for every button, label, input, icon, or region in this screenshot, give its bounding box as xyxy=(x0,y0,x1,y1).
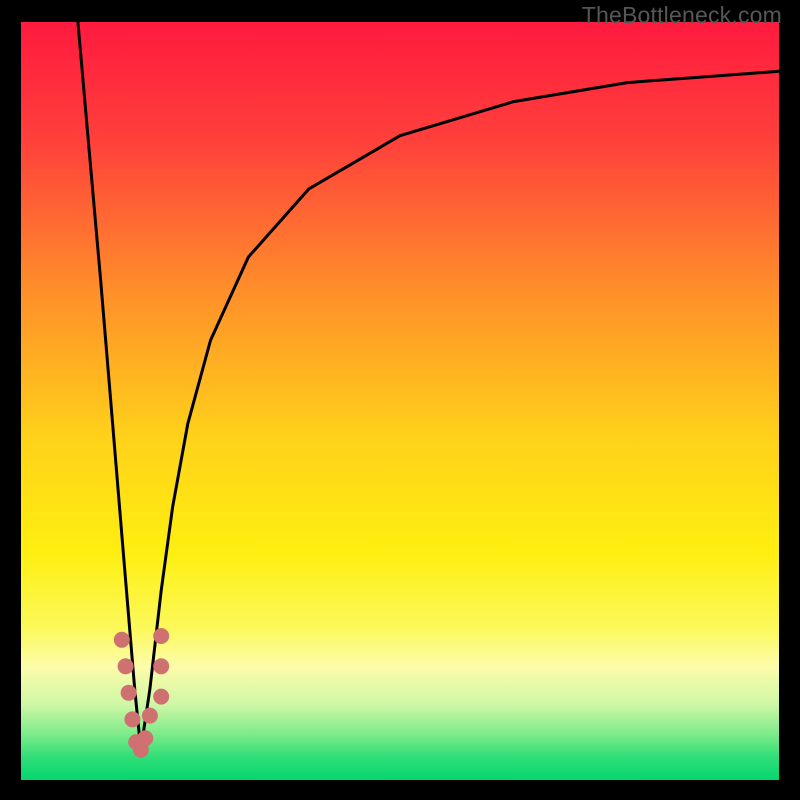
scatter-dot xyxy=(142,708,158,724)
scatter-dot xyxy=(114,632,130,648)
scatter-dot xyxy=(121,685,137,701)
curve-left-branch xyxy=(78,22,141,750)
scatter-dot xyxy=(153,658,169,674)
chart-svg xyxy=(21,22,779,780)
chart-frame: TheBottleneck.com xyxy=(0,0,800,800)
curve-right-branch xyxy=(141,71,779,749)
scatter-dot xyxy=(153,628,169,644)
scatter-dot xyxy=(137,730,153,746)
scatter-dot xyxy=(124,711,140,727)
scatter-dot xyxy=(153,689,169,705)
scatter-dot xyxy=(118,658,134,674)
